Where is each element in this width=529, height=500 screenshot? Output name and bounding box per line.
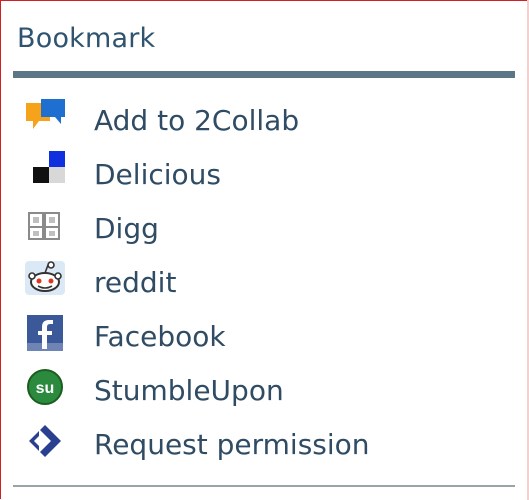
bookmark-label: Digg xyxy=(94,212,159,245)
bookmark-label: Facebook xyxy=(94,320,226,353)
bookmark-label: Delicious xyxy=(94,158,221,191)
delicious-icon xyxy=(33,151,65,183)
title-divider xyxy=(13,71,515,78)
facebook-icon xyxy=(27,315,63,351)
bookmark-item-stumbleupon[interactable]: su StumbleUpon xyxy=(1,367,521,415)
bookmark-item-delicious[interactable]: Delicious xyxy=(1,151,521,199)
bottom-divider xyxy=(13,485,515,487)
bookmark-label: StumbleUpon xyxy=(94,374,284,407)
panel-title: Bookmark xyxy=(17,23,156,54)
bookmark-panel: Bookmark Add to 2Collab Delicious Digg r… xyxy=(0,0,528,499)
bookmark-item-2collab[interactable]: Add to 2Collab xyxy=(1,97,521,145)
bookmark-item-reddit[interactable]: reddit xyxy=(1,259,521,307)
stumbleupon-icon: su xyxy=(27,369,63,405)
bookmark-label: Add to 2Collab xyxy=(94,104,300,137)
2collab-icon xyxy=(26,99,65,129)
bookmark-item-request-permission[interactable]: Request permission xyxy=(1,421,521,469)
bookmark-item-facebook[interactable]: Facebook xyxy=(1,313,521,361)
svg-text:su: su xyxy=(36,380,55,397)
reddit-icon xyxy=(25,261,65,295)
digg-icon xyxy=(28,212,60,240)
bookmark-label: Request permission xyxy=(94,428,370,461)
bookmark-label: reddit xyxy=(94,266,177,299)
request-permission-icon xyxy=(29,425,61,457)
bookmark-item-digg[interactable]: Digg xyxy=(1,205,521,253)
